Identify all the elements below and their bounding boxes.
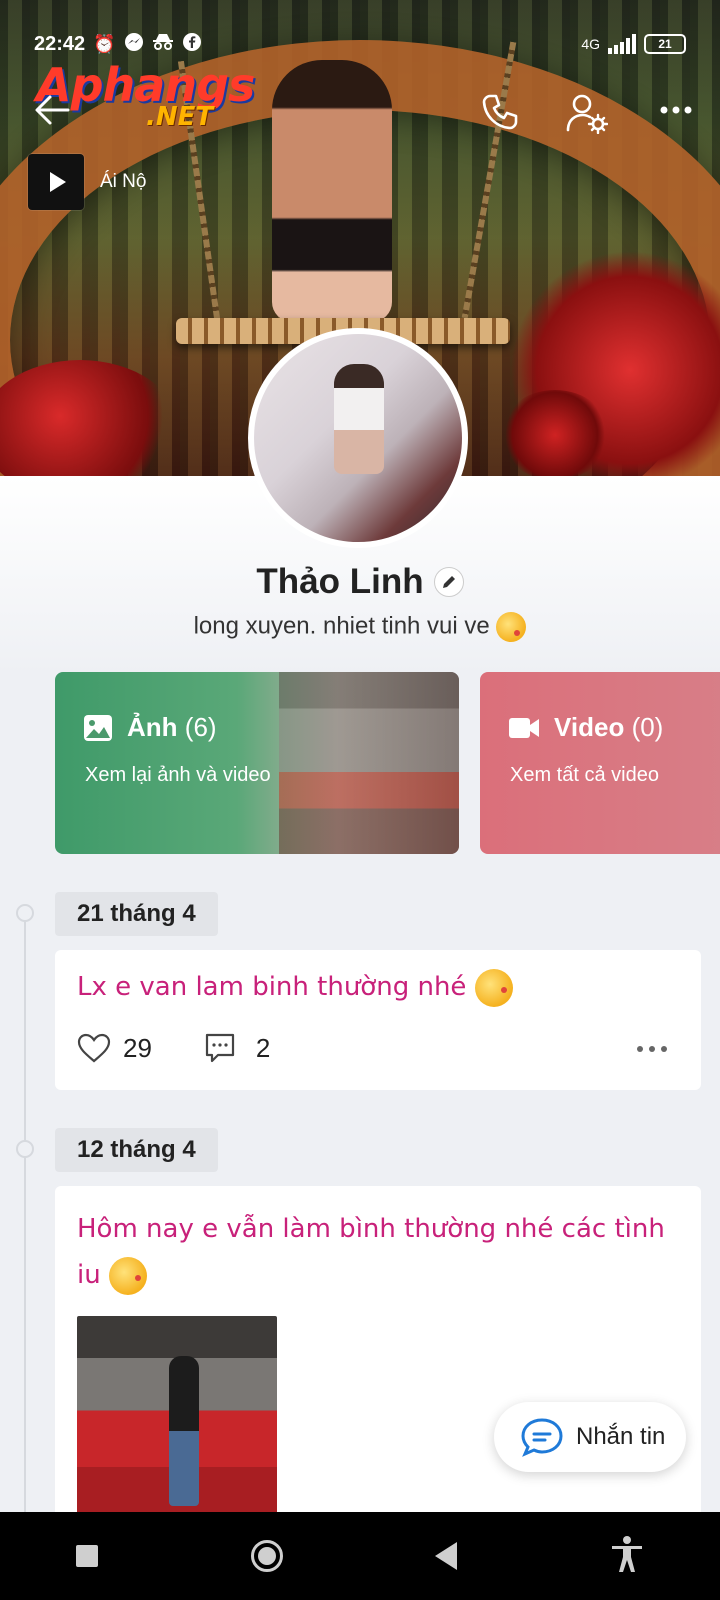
- post-text-line1: Hôm nay e vẫn làm bình thường nhé các tì…: [77, 1214, 665, 1244]
- battery-icon: 21: [644, 34, 686, 54]
- post-text: Hôm nay e vẫn làm bình thường nhé các tì…: [77, 1206, 665, 1298]
- profile-name: Thảo Linh: [256, 562, 424, 601]
- facebook-icon: [182, 32, 202, 57]
- messenger-icon: [124, 32, 144, 57]
- accessibility-icon: [611, 1535, 642, 1572]
- photos-card-preview: [279, 672, 459, 854]
- system-nav-bar: [0, 1512, 720, 1600]
- photos-card-subtitle: Xem lại ảnh và video: [85, 764, 271, 786]
- profile-settings-button[interactable]: [566, 92, 609, 135]
- accessibility-button[interactable]: [610, 1535, 644, 1578]
- message-button-label: Nhắn tin: [576, 1423, 666, 1450]
- post-image-person: [169, 1356, 199, 1506]
- incognito-icon: [152, 32, 174, 57]
- signal-icon: [608, 34, 636, 54]
- videos-card-count: (0): [631, 712, 664, 742]
- videos-card-label: Video: [554, 712, 625, 742]
- message-button[interactable]: Nhắn tin: [494, 1402, 686, 1472]
- music-thumbnail[interactable]: [28, 154, 84, 210]
- call-button[interactable]: [480, 92, 520, 132]
- watermark-line2: .NET: [146, 102, 214, 132]
- avatar[interactable]: [248, 328, 468, 548]
- status-time: 22:42: [34, 32, 86, 55]
- chat-bubble-icon: [521, 1418, 563, 1457]
- video-camera-icon: [509, 717, 539, 738]
- recent-apps-button[interactable]: [76, 1545, 99, 1567]
- home-button[interactable]: [250, 1540, 283, 1572]
- edit-name-button[interactable]: [433, 567, 464, 597]
- timeline-node: [16, 1140, 34, 1158]
- cover-flowers-center: [500, 390, 610, 476]
- back-button[interactable]: [32, 92, 72, 128]
- kiss-emoji-icon: [108, 1256, 147, 1295]
- post-image[interactable]: [77, 1316, 277, 1526]
- arrow-left-icon: [35, 95, 70, 125]
- avatar-figure: [334, 364, 384, 474]
- photos-card-count: (6): [184, 712, 217, 742]
- date-pill: 12 tháng 4: [55, 1128, 218, 1172]
- name-row: Thảo Linh: [0, 562, 720, 602]
- more-dots-icon: [660, 106, 692, 114]
- post-more-icon[interactable]: [637, 1046, 667, 1052]
- kiss-emoji-icon: [474, 968, 513, 1007]
- videos-card[interactable]: Video (0) Xem tất cả video: [480, 672, 720, 854]
- comment-count: 2: [255, 1032, 271, 1063]
- post-card[interactable]: Lx e van lam binh thường nhé 29 2: [55, 950, 701, 1090]
- alarm-icon: ⏰: [93, 33, 116, 54]
- profile-bio-text: long xuyen. nhiet tinh vui ve: [193, 612, 490, 640]
- kiss-emoji-icon: [496, 612, 527, 642]
- photos-card-header: Ảnh (6): [83, 712, 217, 743]
- image-icon: [84, 714, 112, 741]
- profile-screen: 22:42 ⏰ 4G 21 Aphangs .NET Ái Nộ Thảo Li…: [0, 0, 720, 1600]
- more-options-button[interactable]: [660, 100, 692, 120]
- pencil-icon: [442, 576, 455, 588]
- back-nav-button[interactable]: [435, 1542, 458, 1570]
- status-bar: 22:42 ⏰ 4G 21: [34, 30, 686, 58]
- like-button[interactable]: 29: [77, 1033, 152, 1064]
- post-text: Lx e van lam binh thường nhé: [77, 964, 513, 1010]
- post-actions: 29 2: [77, 1032, 270, 1064]
- profile-music[interactable]: Ái Nộ: [28, 154, 238, 210]
- play-icon: [50, 172, 66, 192]
- phone-icon: [482, 94, 518, 130]
- profile-bio: long xuyen. nhiet tinh vui ve: [0, 612, 720, 642]
- comment-icon: [205, 1033, 235, 1063]
- post-text-content: Lx e van lam binh thường nhé: [77, 972, 467, 1002]
- photos-card-label: Ảnh: [127, 712, 178, 742]
- heart-icon: [77, 1033, 111, 1063]
- comment-button[interactable]: 2: [204, 1032, 270, 1064]
- post-text-line2: iu: [77, 1260, 101, 1290]
- photos-card[interactable]: Ảnh (6) Xem lại ảnh và video: [55, 672, 459, 854]
- cover-person: [272, 60, 392, 322]
- status-right: 4G 21: [581, 34, 686, 54]
- timeline-node: [16, 904, 34, 922]
- videos-card-header: Video (0): [508, 712, 663, 743]
- like-count: 29: [123, 1032, 152, 1063]
- timeline-line: [24, 910, 26, 1530]
- date-pill: 21 tháng 4: [55, 892, 218, 936]
- music-title: Ái Nộ: [100, 171, 147, 192]
- network-type: 4G: [581, 36, 600, 52]
- post-card[interactable]: Hôm nay e vẫn làm bình thường nhé các tì…: [55, 1186, 701, 1526]
- videos-card-subtitle: Xem tất cả video: [510, 764, 659, 786]
- user-gear-icon: [566, 94, 609, 135]
